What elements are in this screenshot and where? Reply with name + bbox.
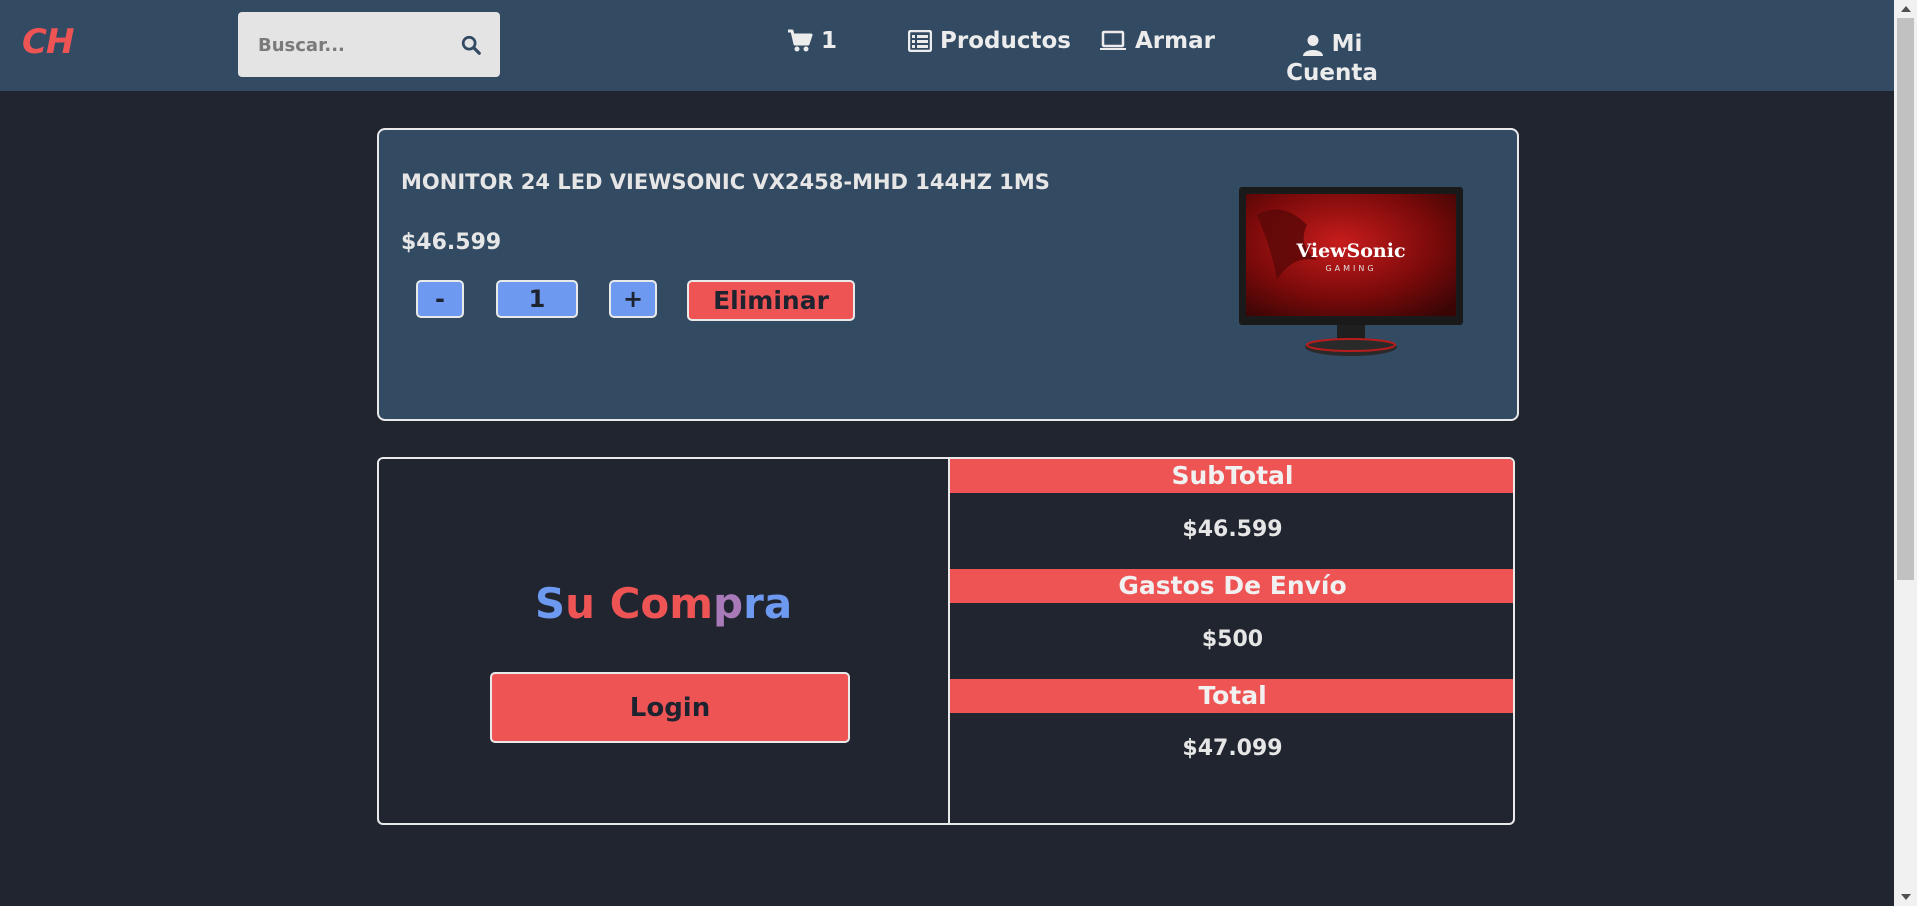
laptop-icon: [1100, 30, 1126, 50]
nav-account[interactable]: Mi Cuenta: [1286, 30, 1378, 88]
cart-item-card: MONITOR 24 LED VIEWSONIC VX2458-MHD 144H…: [377, 128, 1519, 421]
scroll-down-arrow[interactable]: [1901, 894, 1911, 900]
product-image: ViewSonic GAMING: [1239, 187, 1463, 356]
product-price: $46.599: [401, 230, 502, 255]
delete-item-button[interactable]: Eliminar: [687, 280, 855, 321]
navbar: CH 1 Productos: [0, 0, 1894, 91]
search-icon[interactable]: [460, 34, 482, 56]
product-name: MONITOR 24 LED VIEWSONIC VX2458-MHD 144H…: [401, 170, 1050, 194]
scroll-up-arrow[interactable]: [1901, 6, 1911, 12]
subtotal-value: $46.599: [1182, 517, 1283, 542]
site-logo[interactable]: CH: [22, 22, 74, 62]
total-value: $47.099: [1182, 736, 1283, 761]
svg-text:GAMING: GAMING: [1325, 264, 1376, 273]
svg-text:ViewSonic: ViewSonic: [1295, 240, 1405, 262]
subtotal-label: SubTotal: [950, 459, 1513, 493]
account-label-line1: Mi: [1331, 31, 1363, 57]
order-summary: Su Compra Login SubTotal $46.599 Gastos …: [377, 457, 1515, 825]
cart-count: 1: [821, 28, 838, 54]
nav-productos[interactable]: Productos: [908, 28, 1071, 54]
nav-cart[interactable]: 1: [787, 28, 837, 54]
nav-armar[interactable]: Armar: [1099, 28, 1215, 54]
summary-left-panel: Su Compra Login: [379, 459, 950, 823]
quantity-field[interactable]: 1: [496, 280, 578, 318]
summary-title: Su Compra: [534, 579, 793, 628]
page-scrollbar[interactable]: [1894, 0, 1917, 906]
increase-quantity-button[interactable]: +: [609, 280, 657, 318]
login-button[interactable]: Login: [490, 672, 850, 743]
summary-right-panel: SubTotal $46.599 Gastos De Envío $500 To…: [950, 459, 1513, 823]
decrease-quantity-button[interactable]: -: [416, 280, 464, 318]
shipping-value: $500: [1201, 627, 1264, 652]
nav-productos-label: Productos: [940, 28, 1071, 54]
search-box: [238, 12, 500, 79]
total-label: Total: [950, 679, 1513, 713]
search-input[interactable]: [256, 12, 450, 79]
cart-icon: [788, 29, 813, 52]
list-icon: [908, 30, 932, 52]
shipping-label: Gastos De Envío: [950, 569, 1513, 603]
scroll-thumb[interactable]: [1897, 18, 1914, 580]
user-icon: [1302, 34, 1323, 56]
account-label-line2: Cuenta: [1286, 60, 1378, 86]
nav-armar-label: Armar: [1135, 28, 1215, 54]
